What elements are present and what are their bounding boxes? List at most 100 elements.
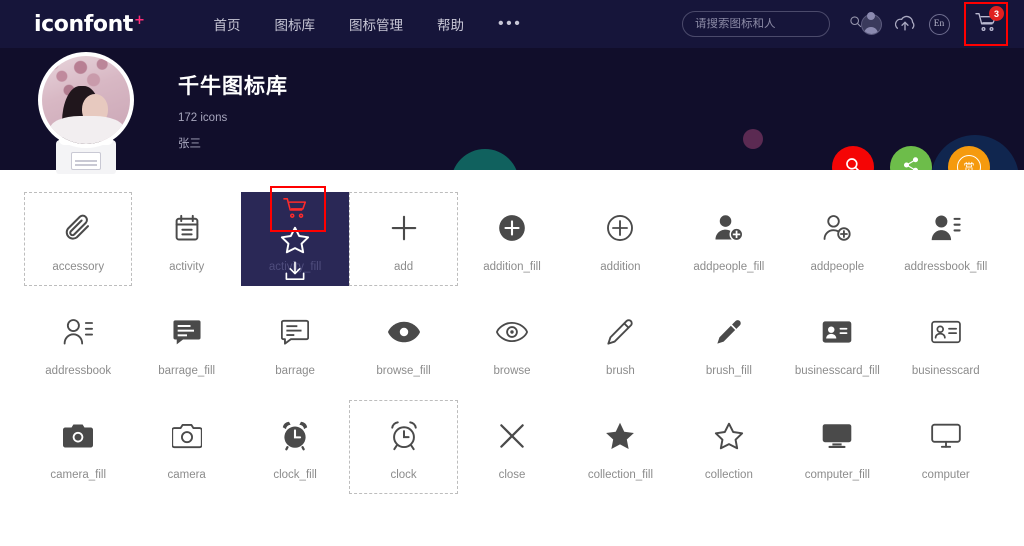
icon-label: addressbook_fill: [904, 261, 988, 273]
icon-cell-businesscard[interactable]: businesscard: [892, 296, 1000, 390]
icon-cell-computer-fill[interactable]: computer_fill: [783, 400, 891, 494]
star-fill-icon: [605, 413, 635, 459]
icon-cell-brush[interactable]: brush: [566, 296, 674, 390]
profile-banner: 千牛图标库 172 icons 张三 赏: [0, 48, 1024, 170]
icon-label: addition: [600, 261, 641, 273]
add-to-cart-action[interactable]: [283, 197, 307, 219]
icon-cell-addressbook[interactable]: addressbook: [24, 296, 132, 390]
star-icon: [714, 413, 744, 459]
alarm-icon: [390, 413, 418, 459]
icon-label: clock_fill: [273, 469, 317, 481]
pencil-icon: [606, 309, 634, 355]
barrage-icon: [281, 309, 310, 355]
icon-cell-browse-fill[interactable]: browse_fill: [349, 296, 457, 390]
nav-more-icon[interactable]: •••: [498, 16, 522, 32]
icon-cell-close[interactable]: close: [458, 400, 566, 494]
search-icon: [844, 156, 862, 170]
icon-cell-addition[interactable]: addition: [566, 192, 674, 286]
search-input[interactable]: [695, 18, 849, 30]
plus-circle-icon: [606, 205, 634, 251]
fab-search-button[interactable]: [832, 146, 874, 170]
brand-logo[interactable]: iconfont+: [34, 11, 145, 37]
nav-home[interactable]: 首页: [214, 14, 241, 34]
icon-cell-clock[interactable]: clock: [349, 400, 458, 494]
language-en-icon[interactable]: En: [922, 7, 956, 41]
icon-cell-computer[interactable]: computer: [892, 400, 1000, 494]
alarm-fill-icon: [281, 413, 309, 459]
barrage-fill-icon: [173, 309, 201, 355]
icon-label: computer: [921, 469, 970, 481]
cart-button[interactable]: 3: [964, 2, 1008, 46]
icon-cell-addressbook-fill[interactable]: addressbook_fill: [892, 192, 1000, 286]
businesscard-fill-icon: [822, 309, 852, 355]
icon-label: clock: [390, 469, 417, 481]
paperclip-icon: [63, 205, 93, 251]
share-icon: [902, 156, 920, 170]
icon-cell-collection-fill[interactable]: collection_fill: [566, 400, 674, 494]
page-title: 千牛图标库: [178, 74, 288, 98]
icon-cell-collection[interactable]: collection: [675, 400, 783, 494]
profile-info: 千牛图标库 172 icons 张三: [178, 70, 288, 151]
icon-hover-overlay: [241, 192, 349, 286]
favorite-action[interactable]: [280, 226, 310, 254]
icon-label: camera: [167, 469, 206, 481]
download-action[interactable]: [284, 261, 306, 281]
icon-label: barrage: [275, 365, 315, 377]
icon-cell-activity-fill[interactable]: activity_fill: [240, 192, 350, 286]
user-avatar-icon[interactable]: [854, 7, 888, 41]
camera-icon: [171, 413, 202, 459]
icon-label: browse_fill: [376, 365, 431, 377]
brand-plus-icon: +: [134, 12, 145, 28]
icon-label: businesscard_fill: [794, 365, 880, 377]
header-actions: En 3: [682, 2, 1024, 46]
main-navigation: 首页 图标库 图标管理 帮助 •••: [214, 14, 523, 34]
cart-badge: 3: [989, 6, 1004, 21]
avatar[interactable]: [38, 52, 134, 148]
decor-circle-teal: [451, 149, 519, 170]
site-header: iconfont+ 首页 图标库 图标管理 帮助 ••• 请搜索图标和人 En …: [0, 0, 1024, 48]
icon-label: browse: [493, 365, 531, 377]
user-add-fill-icon: [714, 205, 744, 251]
icon-cell-activity[interactable]: activity: [132, 192, 240, 286]
icon-cell-brush-fill[interactable]: brush_fill: [675, 296, 783, 390]
icon-label: collection_fill: [587, 469, 654, 481]
icon-cell-camera[interactable]: camera: [132, 400, 240, 494]
icon-cell-browse[interactable]: browse: [458, 296, 566, 390]
icon-cell-barrage-fill[interactable]: barrage_fill: [132, 296, 240, 390]
icon-cell-addpeople[interactable]: addpeople: [783, 192, 891, 286]
language-en-label: En: [928, 13, 950, 35]
fab-share-button[interactable]: [890, 146, 932, 170]
fab-reward-button[interactable]: 赏: [948, 146, 990, 170]
icon-label: addpeople_fill: [693, 261, 765, 273]
icon-cell-add[interactable]: add: [349, 192, 458, 286]
businesscard-icon: [930, 309, 961, 355]
reward-label: 赏: [963, 161, 975, 170]
cloud-upload-icon[interactable]: [888, 7, 922, 41]
monitor-icon: [930, 413, 961, 459]
icon-cell-clock-fill[interactable]: clock_fill: [241, 400, 349, 494]
icon-label: close: [498, 469, 526, 481]
brand-text: iconfont: [34, 11, 134, 37]
icon-cell-businesscard-fill[interactable]: businesscard_fill: [783, 296, 891, 390]
avatar-photo: [42, 56, 130, 144]
icon-label: accessory: [52, 261, 105, 273]
nav-icon-manage[interactable]: 图标管理: [349, 14, 403, 34]
nav-icon-library[interactable]: 图标库: [275, 14, 316, 34]
search-box[interactable]: [682, 11, 862, 37]
monitor-fill-icon: [822, 413, 852, 459]
icon-cell-addition-fill[interactable]: addition_fill: [458, 192, 566, 286]
avatar-stand-screen: [71, 152, 101, 170]
floating-action-buttons: 赏: [832, 146, 990, 170]
icon-label: brush: [606, 365, 635, 377]
icon-cell-barrage[interactable]: barrage: [241, 296, 349, 390]
nav-help[interactable]: 帮助: [437, 14, 464, 34]
icon-cell-addpeople-fill[interactable]: addpeople_fill: [675, 192, 783, 286]
decor-circle-purple: [743, 129, 763, 149]
eye-icon: [495, 309, 528, 355]
icon-cell-accessory[interactable]: accessory: [24, 192, 133, 286]
addressbook-fill-icon: [931, 205, 961, 251]
icon-label: collection: [704, 469, 753, 481]
icon-cell-camera-fill[interactable]: camera_fill: [24, 400, 132, 494]
icon-label: add: [393, 261, 414, 273]
addressbook-icon: [63, 309, 94, 355]
